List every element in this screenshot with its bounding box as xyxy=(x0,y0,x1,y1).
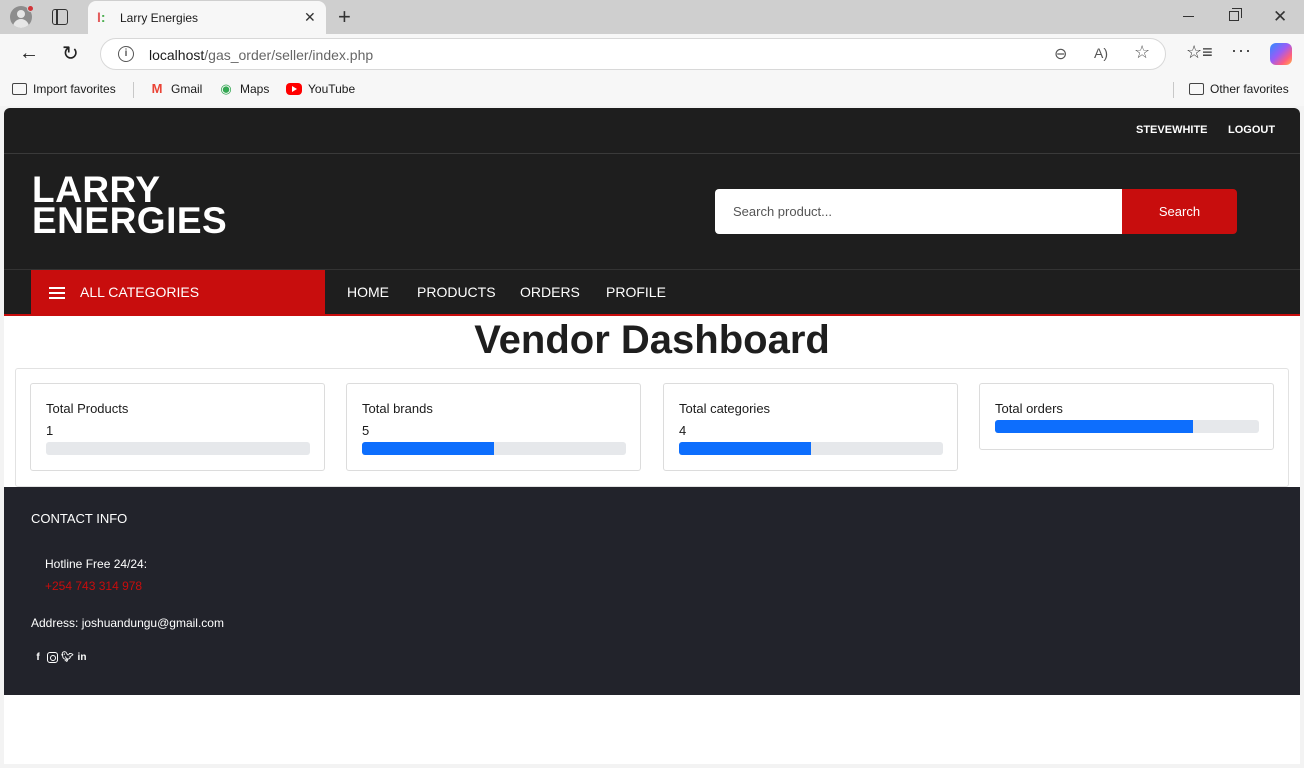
site-favicon-icon: I: xyxy=(97,9,106,25)
url-text[interactable]: localhost/gas_order/seller/index.php xyxy=(149,47,373,63)
stat-card-brands: Total brands 5 xyxy=(346,383,641,471)
instagram-icon[interactable] xyxy=(47,652,58,663)
search-button[interactable]: Search xyxy=(1122,189,1237,234)
notification-dot xyxy=(27,5,34,12)
fav-label: Import favorites xyxy=(33,82,116,96)
fav-label: Maps xyxy=(240,82,270,96)
all-categories-label: ALL CATEGORIES xyxy=(80,284,200,300)
progress-bar xyxy=(362,442,626,455)
nav-products[interactable]: PRODUCTS xyxy=(417,284,496,300)
stat-card-orders: Total orders xyxy=(979,383,1274,450)
menu-icon xyxy=(49,287,65,299)
back-arrow-icon[interactable]: ← xyxy=(19,42,39,65)
favorite-star-icon[interactable]: ☆ xyxy=(1134,42,1150,63)
footer-address: Address: joshuandungu@gmail.com xyxy=(31,616,224,630)
fav-youtube[interactable]: YouTube xyxy=(286,82,355,96)
site-header: LARRY ENERGIES Search xyxy=(4,154,1300,270)
new-tab-icon[interactable]: + xyxy=(338,4,351,30)
all-categories-button[interactable]: ALL CATEGORIES xyxy=(31,270,325,316)
page-viewport: STEVEWHITE LOGOUT LARRY ENERGIES Search … xyxy=(4,108,1300,764)
main-nav: ALL CATEGORIES HOME PRODUCTS ORDERS PROF… xyxy=(4,270,1300,316)
fav-gmail[interactable]: M Gmail xyxy=(149,81,203,97)
progress-fill xyxy=(995,420,1193,433)
site-logo[interactable]: LARRY ENERGIES xyxy=(32,171,228,241)
nav-home[interactable]: HOME xyxy=(347,284,389,300)
nav-profile[interactable]: PROFILE xyxy=(606,284,666,300)
progress-bar xyxy=(995,420,1259,433)
progress-bar xyxy=(46,442,310,455)
site-info-icon[interactable]: i xyxy=(118,46,134,62)
copilot-icon[interactable] xyxy=(1270,43,1292,65)
fav-import[interactable]: Import favorites xyxy=(12,82,116,96)
window-close-icon[interactable]: ✕ xyxy=(1273,7,1287,27)
stat-label: Total categories xyxy=(679,401,771,416)
stats-container: Total Products 1 Total brands 5 Total ca… xyxy=(15,368,1289,487)
minimize-icon[interactable] xyxy=(1183,16,1194,17)
favorites-icon[interactable]: ☆≡ xyxy=(1186,42,1213,63)
import-icon xyxy=(12,83,27,95)
reload-icon[interactable]: ↻ xyxy=(62,41,79,66)
hotline-label: Hotline Free 24/24: xyxy=(45,557,148,571)
maps-icon: ◉ xyxy=(220,81,232,96)
progress-fill xyxy=(679,442,811,455)
folder-icon xyxy=(1189,83,1204,95)
facebook-icon[interactable]: f xyxy=(32,652,44,664)
fav-other-favorites[interactable]: Other favorites xyxy=(1189,82,1289,96)
address-bar[interactable]: i localhost/gas_order/seller/index.php ⊖… xyxy=(100,38,1166,70)
stat-label: Total orders xyxy=(995,401,1063,416)
search-input[interactable] xyxy=(715,189,1123,234)
stat-card-products: Total Products 1 xyxy=(30,383,325,471)
stat-label: Total brands xyxy=(362,401,433,416)
progress-bar xyxy=(679,442,943,455)
tab-title: Larry Energies xyxy=(120,11,199,25)
browser-tab-strip: I: Larry Energies ✕ + ✕ xyxy=(0,0,1304,34)
favorites-divider xyxy=(133,82,134,98)
favorites-divider xyxy=(1173,82,1174,98)
nav-orders[interactable]: ORDERS xyxy=(520,284,580,300)
page-title: Vendor Dashboard xyxy=(474,318,830,362)
youtube-icon xyxy=(286,83,302,95)
stat-label: Total Products xyxy=(46,401,129,416)
fav-label: Other favorites xyxy=(1210,82,1289,96)
username-link[interactable]: STEVEWHITE xyxy=(1136,124,1208,136)
stat-card-categories: Total categories 4 xyxy=(663,383,958,471)
site-footer: CONTACT INFO Hotline Free 24/24: +254 74… xyxy=(4,487,1300,695)
browser-toolbar: ← ↻ i localhost/gas_order/seller/index.p… xyxy=(0,34,1304,74)
stat-value: 1 xyxy=(46,423,54,438)
hotline-number-link[interactable]: +254 743 314 978 xyxy=(45,579,142,593)
stat-value: 5 xyxy=(362,423,370,438)
fav-label: YouTube xyxy=(308,82,356,96)
footer-heading: CONTACT INFO xyxy=(31,511,128,526)
linkedin-icon[interactable]: in xyxy=(76,652,88,664)
tab-actions-icon[interactable] xyxy=(52,9,68,25)
read-aloud-icon[interactable]: A) xyxy=(1094,45,1108,61)
more-menu-icon[interactable]: ··· xyxy=(1231,40,1252,61)
close-tab-icon[interactable]: ✕ xyxy=(304,9,316,26)
restore-icon[interactable] xyxy=(1229,8,1242,21)
fav-label: Gmail xyxy=(171,82,203,96)
fav-maps[interactable]: ◉ Maps xyxy=(218,81,270,97)
social-links: f 🐦︎ in xyxy=(32,652,88,664)
active-tab[interactable]: I: Larry Energies ✕ xyxy=(88,1,326,34)
favorites-bar: Import favorites M Gmail ◉ Maps YouTube … xyxy=(0,74,1304,106)
logo-line: ENERGIES xyxy=(32,200,228,241)
stat-value: 4 xyxy=(679,423,687,438)
gmail-icon: M xyxy=(151,81,163,96)
logout-link[interactable]: LOGOUT xyxy=(1228,124,1275,136)
twitter-icon[interactable]: 🐦︎ xyxy=(61,652,74,664)
progress-fill xyxy=(362,442,494,455)
top-bar: STEVEWHITE LOGOUT xyxy=(4,108,1300,154)
zoom-icon[interactable]: ⊖ xyxy=(1054,44,1067,64)
